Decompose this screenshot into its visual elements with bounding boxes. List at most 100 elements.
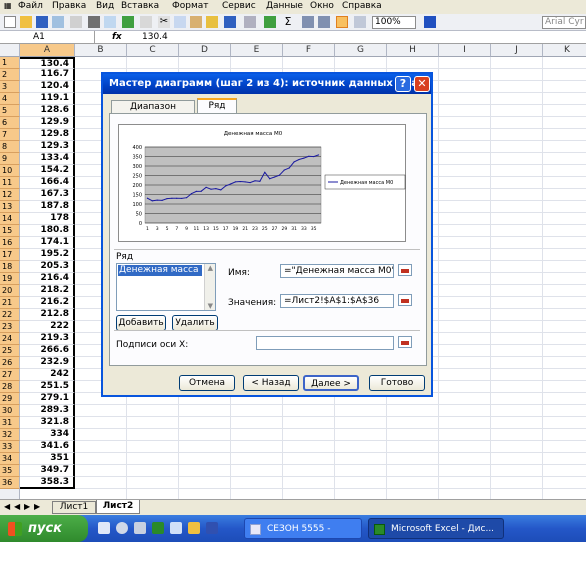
- font-select[interactable]: Arial Cyr: [542, 16, 586, 29]
- row-header[interactable]: 23: [0, 321, 20, 333]
- table-cell[interactable]: 222: [20, 321, 75, 333]
- row-header[interactable]: 7: [0, 129, 20, 141]
- row-header[interactable]: 29: [0, 393, 20, 405]
- print-preview-icon[interactable]: [104, 16, 116, 28]
- add-series-button[interactable]: Добавить: [116, 315, 166, 331]
- menu-tools[interactable]: Сервис: [222, 1, 256, 11]
- row-header[interactable]: [0, 489, 20, 499]
- row-header[interactable]: 18: [0, 261, 20, 273]
- row-header[interactable]: 4: [0, 93, 20, 105]
- tab-sheet2[interactable]: Лист2: [96, 500, 140, 514]
- sort-asc-icon[interactable]: [302, 16, 314, 28]
- select-all-corner[interactable]: [0, 44, 20, 57]
- menu-file[interactable]: Файл: [18, 1, 43, 11]
- row-header[interactable]: 19: [0, 273, 20, 285]
- row-header[interactable]: 30: [0, 405, 20, 417]
- row-header[interactable]: 26: [0, 357, 20, 369]
- column-header[interactable]: B: [75, 44, 127, 57]
- table-cell[interactable]: 251.5: [20, 381, 75, 393]
- values-input[interactable]: =Лист2!$A$1:$A$36: [280, 294, 394, 308]
- table-cell[interactable]: 166.4: [20, 177, 75, 189]
- table-cell[interactable]: 174.1: [20, 237, 75, 249]
- first-sheet-icon[interactable]: ◀: [4, 502, 10, 511]
- table-cell[interactable]: 187.8: [20, 201, 75, 213]
- column-header[interactable]: D: [179, 44, 231, 57]
- table-cell[interactable]: 266.6: [20, 345, 75, 357]
- hyperlink-icon[interactable]: [264, 16, 276, 28]
- table-cell[interactable]: 167.3: [20, 189, 75, 201]
- table-cell[interactable]: 216.4: [20, 273, 75, 285]
- table-cell[interactable]: 205.3: [20, 261, 75, 273]
- table-cell[interactable]: 218.2: [20, 285, 75, 297]
- table-cell[interactable]: 154.2: [20, 165, 75, 177]
- chart-wizard-icon[interactable]: [336, 16, 348, 28]
- row-header[interactable]: 13: [0, 201, 20, 213]
- row-header[interactable]: 33: [0, 441, 20, 453]
- row-header[interactable]: 36: [0, 477, 20, 489]
- print-icon[interactable]: [88, 16, 100, 28]
- row-header[interactable]: 11: [0, 177, 20, 189]
- menu-view[interactable]: Вид: [96, 1, 114, 11]
- table-cell[interactable]: 133.4: [20, 153, 75, 165]
- quicklaunch-explorer-icon[interactable]: [170, 522, 182, 534]
- table-cell[interactable]: 321.8: [20, 417, 75, 429]
- row-header[interactable]: 6: [0, 117, 20, 129]
- quicklaunch-folder-icon[interactable]: [188, 522, 200, 534]
- back-button[interactable]: < Назад: [243, 375, 299, 391]
- row-header[interactable]: 3: [0, 81, 20, 93]
- sort-desc-icon[interactable]: [318, 16, 330, 28]
- menu-edit[interactable]: Правка: [52, 1, 86, 11]
- table-cell[interactable]: 195.2: [20, 249, 75, 261]
- table-cell[interactable]: 349.7: [20, 465, 75, 477]
- column-header[interactable]: I: [439, 44, 491, 57]
- help-button-icon[interactable]: ?: [395, 76, 411, 92]
- new-icon[interactable]: [4, 16, 16, 28]
- redo-icon[interactable]: [244, 16, 256, 28]
- row-header[interactable]: 20: [0, 285, 20, 297]
- table-cell[interactable]: 129.9: [20, 117, 75, 129]
- row-header[interactable]: 28: [0, 381, 20, 393]
- name-box[interactable]: A1: [0, 31, 95, 44]
- series-list-item[interactable]: Денежная масса М0: [118, 265, 202, 276]
- scroll-up-icon[interactable]: ▲: [208, 264, 213, 272]
- row-header[interactable]: 32: [0, 429, 20, 441]
- table-cell[interactable]: 341.6: [20, 441, 75, 453]
- xaxis-input[interactable]: [256, 336, 394, 350]
- column-header[interactable]: K: [543, 44, 586, 57]
- table-cell[interactable]: 279.1: [20, 393, 75, 405]
- tab-data-range[interactable]: Диапазон данных: [111, 100, 195, 125]
- next-sheet-icon[interactable]: ▶: [24, 502, 30, 511]
- open-icon[interactable]: [20, 16, 32, 28]
- taskbar-item-excel[interactable]: Microsoft Excel - Дис...: [368, 518, 504, 539]
- close-icon[interactable]: ✕: [414, 76, 430, 92]
- row-header[interactable]: 31: [0, 417, 20, 429]
- table-cell[interactable]: 242: [20, 369, 75, 381]
- tab-series[interactable]: Ряд: [197, 98, 237, 114]
- row-header[interactable]: 27: [0, 369, 20, 381]
- tab-sheet1[interactable]: Лист1: [52, 501, 96, 514]
- row-header[interactable]: 12: [0, 189, 20, 201]
- table-cell[interactable]: 129.3: [20, 141, 75, 153]
- table-cell[interactable]: 334: [20, 429, 75, 441]
- paste-icon[interactable]: [190, 16, 202, 28]
- formula-input[interactable]: 130.4: [142, 31, 168, 43]
- zoom-select[interactable]: 100%: [372, 16, 416, 29]
- undo-icon[interactable]: [224, 16, 236, 28]
- finish-button[interactable]: Готово: [369, 375, 425, 391]
- table-cell[interactable]: 216.2: [20, 297, 75, 309]
- column-header[interactable]: J: [491, 44, 543, 57]
- quicklaunch-browser-icon[interactable]: [116, 522, 128, 534]
- scroll-down-icon[interactable]: ▼: [208, 302, 213, 310]
- menu-help[interactable]: Справка: [342, 1, 382, 11]
- table-cell[interactable]: 130.4: [20, 57, 75, 69]
- format-painter-icon[interactable]: [206, 16, 218, 28]
- function-icon[interactable]: fx: [112, 31, 122, 43]
- table-cell[interactable]: 178: [20, 213, 75, 225]
- column-header[interactable]: A: [20, 44, 75, 57]
- table-cell[interactable]: 120.4: [20, 81, 75, 93]
- row-header[interactable]: 1: [0, 57, 20, 69]
- xaxis-range-picker-icon[interactable]: [398, 336, 412, 348]
- quicklaunch-word-icon[interactable]: [206, 522, 218, 534]
- series-listbox[interactable]: Денежная масса М0 ▲ ▼: [116, 263, 216, 311]
- menu-format[interactable]: Формат: [172, 1, 209, 11]
